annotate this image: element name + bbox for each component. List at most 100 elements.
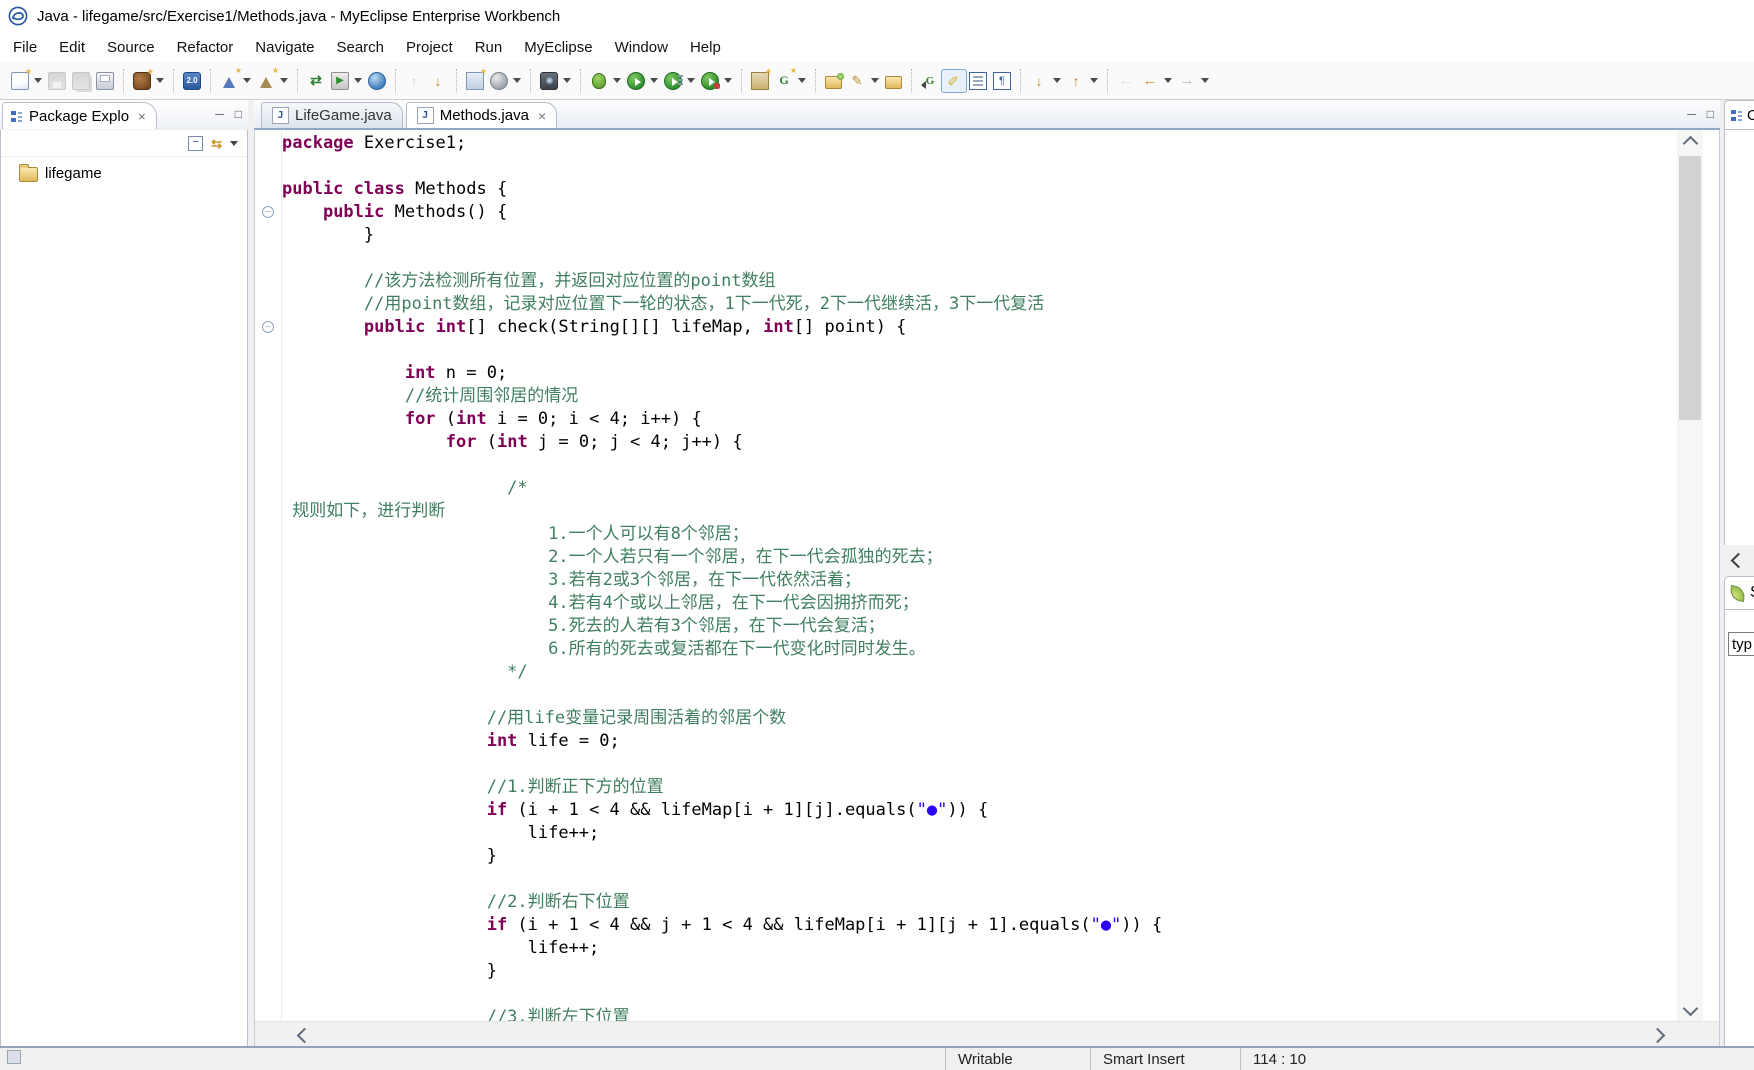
- toggle-graph-button[interactable]: [918, 70, 942, 92]
- dropdown-arrow-icon[interactable]: [1090, 78, 1098, 83]
- collapse-all-icon[interactable]: −: [188, 135, 204, 151]
- new-package-wizard-button[interactable]: [254, 66, 291, 92]
- generate-button[interactable]: [772, 66, 809, 92]
- menu-file[interactable]: File: [2, 35, 48, 60]
- tab-lifegame-java[interactable]: J LifeGame.java: [261, 102, 403, 128]
- dropdown-arrow-icon[interactable]: [613, 78, 621, 83]
- seg-icon: [969, 71, 987, 90]
- tab-snippets[interactable]: Snippets: [1724, 576, 1754, 610]
- sync-deployment-button[interactable]: [304, 70, 328, 92]
- dropdown-arrow-icon[interactable]: [156, 78, 164, 83]
- close-tab-icon[interactable]: ×: [538, 108, 546, 124]
- new-myeclipse-button[interactable]: [130, 67, 167, 92]
- dropdown-arrow-icon[interactable]: [798, 78, 806, 83]
- scroll-down-icon[interactable]: [1682, 1000, 1699, 1017]
- snippets-filter-input[interactable]: typ: [1728, 632, 1754, 656]
- next-annotation-button[interactable]: [1027, 70, 1064, 92]
- menu-project[interactable]: Project: [395, 35, 464, 60]
- view-menu-icon[interactable]: [230, 140, 238, 146]
- tree-item-lifegame[interactable]: lifegame: [1, 157, 247, 182]
- maximize-view-button[interactable]: □: [235, 108, 242, 120]
- last-edit-location-button[interactable]: [1114, 70, 1138, 92]
- minimize-view-button[interactable]: ─: [215, 108, 224, 120]
- dropdown-arrow-icon[interactable]: [354, 78, 362, 83]
- dropdown-arrow-icon[interactable]: [871, 78, 879, 83]
- horizontal-scrollbar[interactable]: [255, 1021, 1719, 1048]
- fold-collapse-icon[interactable]: −: [262, 206, 274, 218]
- dropdown-arrow-icon[interactable]: [563, 78, 571, 83]
- deploy-project-button[interactable]: [402, 70, 426, 92]
- search-markers-button[interactable]: [845, 70, 882, 92]
- scroll-left-icon[interactable]: [296, 1027, 313, 1044]
- dropdown-arrow-icon[interactable]: [687, 78, 695, 83]
- web-browser-button[interactable]: [365, 70, 389, 92]
- tab-outline[interactable]: Outline: [1724, 100, 1754, 130]
- new-web-component-button[interactable]: [748, 67, 772, 92]
- save-button[interactable]: [45, 70, 69, 92]
- menu-navigate[interactable]: Navigate: [244, 35, 325, 60]
- menu-refactor[interactable]: Refactor: [166, 35, 245, 60]
- dropdown-arrow-icon[interactable]: [243, 78, 251, 83]
- scroll-up-icon[interactable]: [1682, 135, 1699, 152]
- uml2-editor-button[interactable]: 2.0: [180, 70, 204, 92]
- workbench-window: { "window": { "title": "Java - lifegame/…: [0, 0, 1754, 1070]
- new-class-wizard-button[interactable]: [217, 66, 254, 92]
- dropdown-arrow-icon[interactable]: [34, 78, 42, 83]
- vertical-scrollbar[interactable]: [1677, 130, 1703, 1022]
- screen-capture-button[interactable]: [537, 70, 574, 92]
- menu-search[interactable]: Search: [325, 35, 395, 60]
- run-button[interactable]: [624, 70, 661, 92]
- new-wizard-button[interactable]: [8, 67, 45, 92]
- dropdown-arrow-icon[interactable]: [513, 78, 521, 83]
- dropdown-arrow-icon[interactable]: [650, 78, 658, 83]
- menu-edit[interactable]: Edit: [48, 35, 96, 60]
- debug-button[interactable]: [587, 70, 624, 92]
- run-server-button[interactable]: [328, 70, 365, 92]
- dropdown-arrow-icon[interactable]: [724, 78, 732, 83]
- tab-package-explorer[interactable]: Package Explo ×: [2, 102, 157, 129]
- code-text[interactable]: package Exercise1; public class Methods …: [282, 132, 1673, 1029]
- package-explorer-tab-label: Package Explo: [29, 107, 130, 125]
- toggle-mark-occurrences-button[interactable]: [941, 68, 967, 93]
- close-view-icon[interactable]: ×: [138, 109, 146, 124]
- web-service-button[interactable]: [487, 70, 524, 92]
- print-button[interactable]: [93, 70, 117, 92]
- scroll-right-icon[interactable]: [1649, 1027, 1666, 1044]
- show-selected-element-button[interactable]: [966, 70, 990, 92]
- open-resource-button[interactable]: [822, 70, 845, 91]
- new-table-button[interactable]: [463, 67, 487, 92]
- code-editor[interactable]: − − package Exercise1; public class Metho…: [254, 130, 1720, 1048]
- tab-methods-java[interactable]: J Methods.java ×: [405, 102, 558, 128]
- remove-deployment-button[interactable]: [426, 70, 450, 92]
- menu-myeclipse[interactable]: MyEclipse: [513, 35, 603, 60]
- menu-window[interactable]: Window: [604, 35, 679, 60]
- badge20-icon: 2.0: [183, 71, 201, 90]
- back-button[interactable]: [1138, 70, 1175, 92]
- menu-help[interactable]: Help: [679, 35, 732, 60]
- forward-button[interactable]: [1175, 70, 1212, 92]
- menu-source[interactable]: Source: [96, 35, 166, 60]
- previous-annotation-button[interactable]: [1064, 70, 1101, 92]
- fold-collapse-icon[interactable]: −: [262, 321, 274, 333]
- dropdown-arrow-icon[interactable]: [1201, 78, 1209, 83]
- minimize-editor-button[interactable]: ─: [1687, 108, 1696, 120]
- dropdown-arrow-icon[interactable]: [280, 78, 288, 83]
- maximize-editor-button[interactable]: □: [1707, 108, 1714, 120]
- code-line: 5.死去的人若有3个邻居，在下一代会复活；: [282, 616, 885, 636]
- open-project-folder-button[interactable]: [882, 70, 905, 91]
- dropdown-arrow-icon[interactable]: [1053, 78, 1061, 83]
- chevron-left-icon: [1730, 552, 1747, 569]
- save-all-button[interactable]: [69, 70, 93, 92]
- tab-scroll-left-button[interactable]: [1726, 548, 1748, 570]
- dropdown-arrow-icon[interactable]: [1164, 78, 1172, 83]
- show-whitespace-button[interactable]: [990, 70, 1014, 92]
- menu-run[interactable]: Run: [464, 35, 514, 60]
- run-history-button[interactable]: [661, 70, 698, 92]
- toolbar-separator: [580, 68, 581, 93]
- toolbar-separator: [210, 68, 211, 93]
- vertical-scrollbar-thumb[interactable]: [1679, 156, 1701, 420]
- link-with-editor-icon[interactable]: ⇆: [211, 137, 222, 150]
- profile-button[interactable]: [698, 70, 735, 92]
